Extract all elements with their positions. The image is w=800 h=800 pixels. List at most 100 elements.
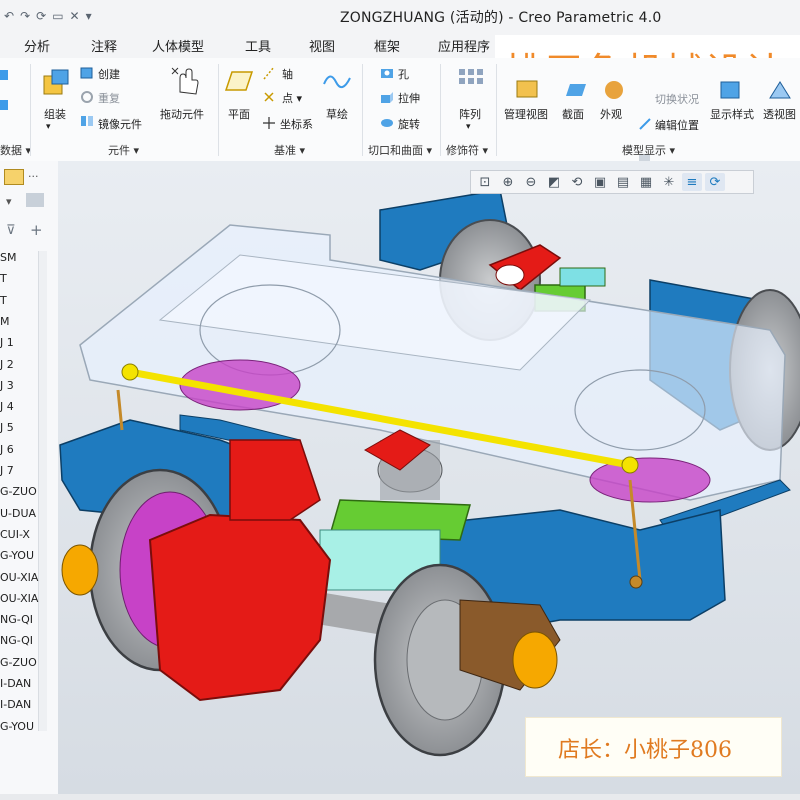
graphics-window[interactable] (58, 161, 800, 794)
tab-framework[interactable]: 框架 (374, 36, 400, 55)
section-button[interactable]: 截面 (562, 106, 584, 122)
tab-manikin[interactable]: 人体模型 (152, 36, 204, 55)
view-manager-icon[interactable]: ▤ (613, 173, 633, 191)
spin-icon[interactable]: ⟳ (705, 173, 725, 191)
model-tree-item[interactable]: J 7 (0, 464, 14, 477)
sketch-button[interactable]: 草绘 (326, 106, 348, 122)
mirror-component-button[interactable]: 镜像元件 (98, 116, 142, 132)
qat-dropdown-icon[interactable]: ▾ (86, 9, 92, 23)
edit-position-button[interactable]: 编辑位置 (655, 117, 699, 133)
assemble-dropdown-icon[interactable]: ▾ (46, 122, 51, 132)
tab-tools[interactable]: 工具 (245, 36, 271, 55)
regenerate-icon[interactable]: ⟳ (36, 9, 46, 23)
repaint-icon[interactable]: ◩ (544, 173, 564, 191)
display-style-icon[interactable]: ▦ (636, 173, 656, 191)
manage-views-icon[interactable] (514, 78, 542, 102)
get-data-icon[interactable] (0, 66, 12, 124)
datum-display-icon[interactable]: ✳ (659, 173, 679, 191)
tab-view[interactable]: 视图 (309, 36, 335, 55)
plane-icon[interactable] (224, 66, 254, 96)
sketch-icon[interactable] (322, 66, 352, 96)
create-button[interactable]: 创建 (98, 66, 120, 82)
display-style-button[interactable]: 显示样式 (710, 106, 754, 122)
tab-analysis[interactable]: 分析 (24, 36, 50, 55)
tree-settings-icon[interactable] (26, 193, 44, 207)
bogie-assembly-model[interactable] (58, 161, 800, 794)
appearance-icon[interactable] (602, 78, 626, 102)
revolve-button[interactable]: 旋转 (398, 116, 420, 132)
create-icon[interactable] (80, 66, 94, 80)
pattern-button[interactable]: 阵列 (459, 106, 481, 122)
extrude-icon[interactable] (380, 90, 394, 104)
tree-filter-dropdown-icon[interactable]: ▾ (6, 195, 12, 208)
model-tree-item[interactable]: J 6 (0, 443, 14, 456)
model-tree-item[interactable]: J 2 (0, 358, 14, 371)
add-column-icon[interactable]: + (30, 221, 43, 239)
revolve-icon[interactable] (380, 116, 394, 130)
assemble-icon[interactable] (40, 66, 72, 98)
model-tree-more-icon[interactable]: ... (28, 167, 39, 180)
model-tree-item[interactable]: I-DAN (0, 698, 31, 711)
model-tree-item[interactable]: T (0, 294, 7, 307)
model-tree-item[interactable]: I-DAN (0, 677, 31, 690)
mirror-component-icon[interactable] (80, 114, 94, 128)
model-tree-item[interactable]: NG-QI (0, 613, 33, 626)
model-tree-item[interactable]: J 1 (0, 336, 14, 349)
annotation-display-icon[interactable]: ≡ (682, 173, 702, 191)
filter-icon[interactable]: ⊽ (6, 223, 16, 238)
windows-icon[interactable]: ▭ (52, 9, 63, 23)
display-style-icon[interactable] (718, 78, 742, 102)
undo-icon[interactable]: ↶ (4, 9, 14, 23)
pattern-dropdown-icon[interactable]: ▾ (466, 122, 471, 132)
switch-state-button[interactable]: 切换状况 (655, 91, 699, 107)
section-icon[interactable] (566, 78, 590, 102)
refit-icon[interactable]: ⊡ (475, 173, 495, 191)
manage-views-button[interactable]: 管理视图 (504, 106, 548, 122)
point-icon[interactable] (262, 90, 276, 104)
zoom-in-icon[interactable]: ⊕ (498, 173, 518, 191)
model-tree-item[interactable]: J 4 (0, 400, 14, 413)
edit-position-icon[interactable] (638, 117, 652, 131)
redo-icon[interactable]: ↷ (20, 9, 30, 23)
csys-button[interactable]: 坐标系 (280, 116, 313, 132)
axis-icon[interactable] (262, 66, 276, 80)
hole-icon[interactable] (380, 66, 394, 80)
model-tree-item[interactable]: J 5 (0, 421, 14, 434)
model-tree-item[interactable]: G-ZUO (0, 656, 37, 669)
model-tree-item[interactable]: SM (0, 251, 16, 264)
appearance-button[interactable]: 外观 (600, 106, 622, 122)
zoom-out-icon[interactable]: ⊖ (521, 173, 541, 191)
close-window-icon[interactable]: ✕ (70, 9, 80, 23)
pattern-icon[interactable] (456, 66, 486, 96)
saved-orientations-icon[interactable]: ▣ (590, 173, 610, 191)
spin-center-icon[interactable]: ⟲ (567, 173, 587, 191)
plane-button[interactable]: 平面 (228, 106, 250, 122)
perspective-button[interactable]: 透视图 (763, 106, 796, 122)
tab-annotate[interactable]: 注释 (91, 36, 117, 55)
csys-icon[interactable] (262, 116, 276, 130)
model-tree-item[interactable]: G-YOU (0, 549, 34, 562)
model-tree-folder-icon[interactable] (4, 169, 24, 185)
model-tree-item[interactable]: G-ZUO (0, 485, 37, 498)
model-tree-item[interactable]: NG-QI (0, 634, 33, 647)
model-tree-item[interactable]: OU-XIA (0, 592, 38, 605)
model-tree-item[interactable]: J 3 (0, 379, 14, 392)
assemble-button[interactable]: 组装 (44, 106, 66, 122)
repeat-icon[interactable] (80, 90, 94, 104)
axis-button[interactable]: 轴 (282, 66, 293, 82)
tree-scrollbar[interactable] (38, 251, 47, 731)
point-button[interactable]: 点 ▾ (282, 90, 302, 106)
drag-components-button[interactable]: 拖动元件 (160, 106, 204, 122)
model-tree-item[interactable]: M (0, 315, 10, 328)
perspective-icon[interactable] (768, 78, 792, 102)
extrude-button[interactable]: 拉伸 (398, 90, 420, 106)
repeat-button[interactable]: 重复 (98, 90, 120, 106)
drag-components-icon[interactable] (170, 66, 202, 98)
model-tree-item[interactable]: OU-XIA (0, 571, 38, 584)
model-tree-item[interactable]: CUI-X (0, 528, 30, 541)
model-tree-item[interactable]: U-DUA (0, 507, 36, 520)
tab-applications[interactable]: 应用程序 (438, 36, 490, 55)
model-tree-item[interactable]: T (0, 272, 7, 285)
model-tree-item[interactable]: G-YOU (0, 720, 34, 733)
hole-button[interactable]: 孔 (398, 66, 409, 82)
